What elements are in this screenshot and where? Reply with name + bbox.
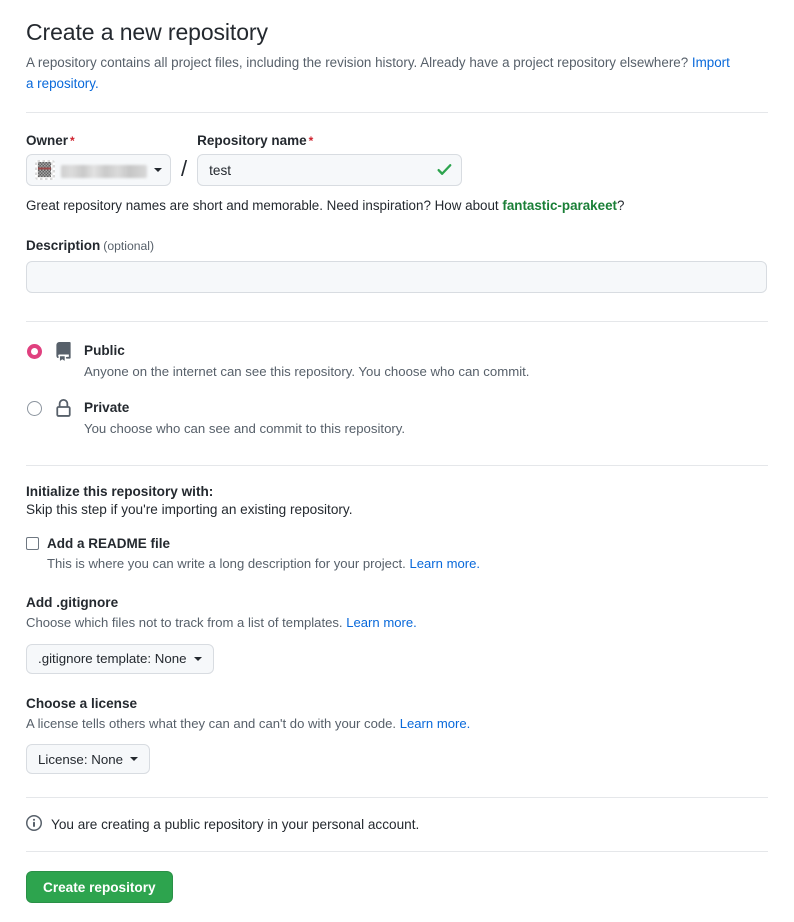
license-group: Choose a license A license tells others …: [26, 696, 768, 775]
visibility-private-description: You choose who can see and commit to thi…: [84, 420, 406, 436]
readme-checkbox[interactable]: [26, 536, 39, 550]
divider-visibility: [26, 464, 768, 466]
chevron-down-icon: [154, 168, 162, 173]
initialize-group: Initialize this repository with: Skip th…: [26, 484, 768, 775]
license-dropdown[interactable]: License: None: [26, 744, 151, 775]
visibility-option-public[interactable]: Public Anyone on the internet can see th…: [26, 342, 768, 381]
radio-private[interactable]: [27, 401, 42, 417]
initialize-subheading: Skip this step if you're importing an ex…: [26, 501, 353, 517]
repo-name-input-wrap: [197, 154, 463, 187]
owner-repo-row: Owner * / Repository name *: [26, 133, 768, 187]
description-optional-note: (optional): [103, 239, 155, 254]
repo-name-label-text: Repository name: [197, 133, 307, 149]
gitignore-group: Add .gitignore Choose which files not to…: [26, 595, 768, 674]
visibility-private-title: Private: [84, 400, 130, 416]
license-dropdown-label: License: None: [38, 751, 124, 767]
repo-name-required-mark: *: [308, 134, 314, 149]
license-heading: Choose a license: [26, 695, 138, 711]
readme-group: Add a README file This is where you can …: [26, 536, 768, 574]
create-repository-page: Create a new repository A repository con…: [0, 18, 794, 922]
page-description: A repository contains all project files,…: [26, 53, 738, 95]
repo-name-hint-suffix: ?: [616, 198, 625, 214]
avatar: [35, 160, 55, 181]
owner-required-mark: *: [70, 134, 75, 149]
path-separator: /: [181, 156, 188, 182]
description-label-text: Description: [26, 238, 101, 254]
page-description-text: A repository contains all project files,…: [26, 54, 692, 70]
initialize-heading: Initialize this repository with:: [26, 483, 214, 499]
license-learn-more-link[interactable]: Learn more.: [400, 716, 471, 731]
gitignore-learn-more-link[interactable]: Learn more.: [346, 615, 417, 630]
divider-initialize: [26, 797, 768, 799]
owner-field-group: Owner *: [26, 133, 171, 187]
chevron-down-icon: [130, 757, 139, 762]
divider-header: [26, 112, 768, 114]
info-icon: [26, 815, 42, 834]
repo-name-hint: Great repository names are short and mem…: [26, 198, 768, 213]
visibility-option-private[interactable]: Private You choose who can see and commi…: [26, 399, 768, 438]
gitignore-template-dropdown[interactable]: .gitignore template: None: [26, 643, 214, 674]
visibility-group: Public Anyone on the internet can see th…: [26, 342, 768, 438]
visibility-public-description: Anyone on the internet can see this repo…: [84, 363, 530, 379]
lock-icon: [54, 399, 73, 423]
readme-label: Add a README file: [47, 535, 171, 551]
description-input[interactable]: [26, 261, 767, 294]
divider-footer: [26, 851, 768, 853]
owner-label: Owner *: [26, 133, 171, 148]
description-label: Description (optional): [26, 238, 768, 253]
readme-checkbox-row[interactable]: Add a README file: [26, 536, 768, 551]
visibility-public-text: Public Anyone on the internet can see th…: [84, 342, 529, 381]
create-repository-button[interactable]: Create repository: [26, 871, 173, 904]
description-field-group: Description (optional): [26, 238, 768, 294]
visibility-info-row: You are creating a public repository in …: [26, 815, 768, 834]
radio-public[interactable]: [27, 344, 42, 360]
repo-icon: [54, 342, 73, 366]
gitignore-template-dropdown-label: .gitignore template: None: [38, 651, 187, 667]
readme-learn-more-link[interactable]: Learn more.: [409, 556, 480, 571]
readme-description-text: This is where you can write a long descr…: [47, 555, 410, 571]
chevron-down-icon: [193, 656, 202, 661]
repo-name-suggestion[interactable]: fantastic-parakeet: [502, 198, 617, 213]
repo-name-hint-prefix: Great repository names are short and mem…: [26, 198, 503, 214]
gitignore-heading: Add .gitignore: [26, 595, 119, 611]
page-title: Create a new repository: [26, 19, 268, 45]
divider-description: [26, 321, 768, 323]
visibility-info-text: You are creating a public repository in …: [51, 817, 420, 833]
readme-description: This is where you can write a long descr…: [47, 554, 768, 574]
owner-username-redacted: [61, 164, 147, 178]
gitignore-description: Choose which files not to track from a l…: [26, 613, 768, 633]
repo-name-label: Repository name *: [197, 133, 462, 148]
license-description-text: A license tells others what they can and…: [26, 715, 400, 731]
repo-name-field-group: Repository name *: [197, 133, 463, 187]
owner-select[interactable]: [26, 154, 171, 187]
visibility-public-title: Public: [84, 343, 125, 359]
visibility-private-text: Private You choose who can see and commi…: [84, 399, 405, 438]
owner-label-text: Owner: [26, 133, 69, 149]
repo-name-input[interactable]: [197, 154, 463, 187]
license-description: A license tells others what they can and…: [26, 714, 768, 734]
gitignore-description-text: Choose which files not to track from a l…: [26, 615, 347, 631]
